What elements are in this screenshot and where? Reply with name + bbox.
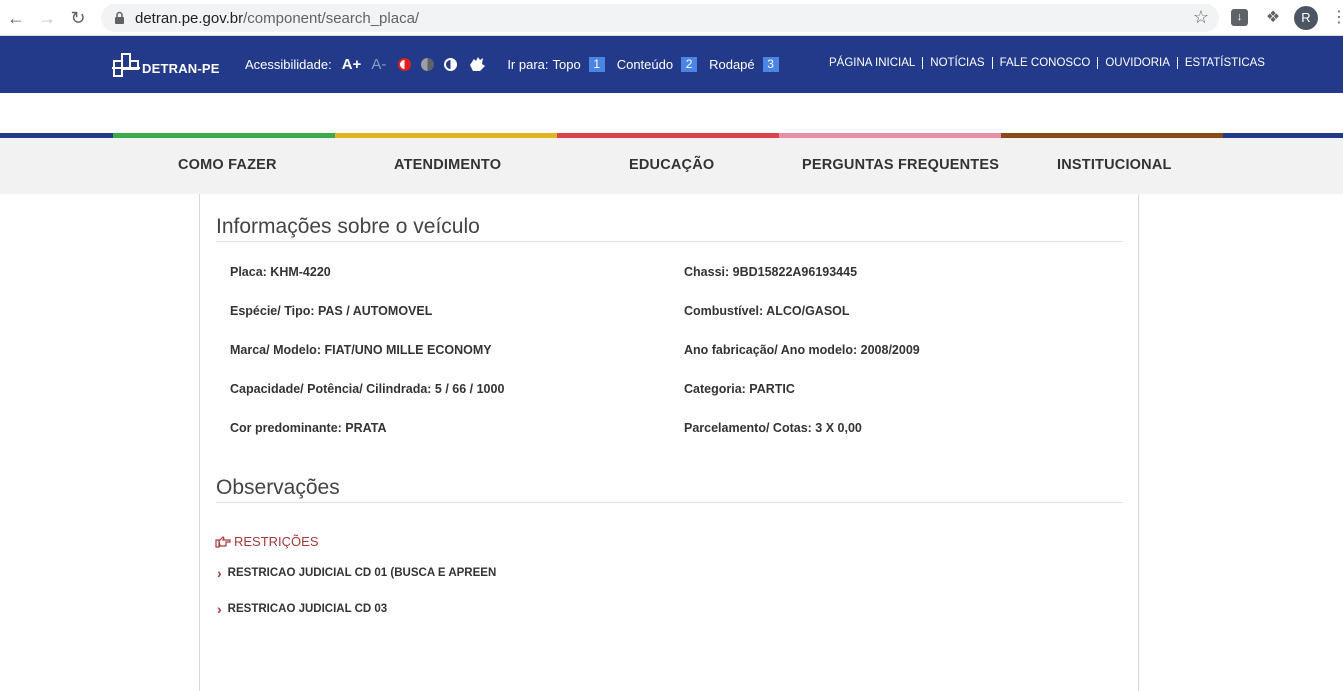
font-increase-button[interactable]: A+ <box>342 56 362 73</box>
top-link-statistics[interactable]: ESTATÍSTICAS <box>1176 57 1272 69</box>
address-bar[interactable]: detran.pe.gov.br/component/search_placa/… <box>101 4 1219 32</box>
nav-institucional[interactable]: INSTITUCIONAL <box>1057 157 1172 173</box>
nav-atendimento[interactable]: ATENDIMENTO <box>394 157 501 173</box>
url-text: detran.pe.gov.br/component/search_placa/ <box>135 10 420 27</box>
accessibility-label: Acessibilidade: <box>245 56 332 72</box>
pointing-hand-icon <box>215 535 231 548</box>
vehicle-info-title: Informações sobre o veículo <box>216 215 1123 242</box>
back-arrow-icon[interactable]: ← <box>4 6 28 30</box>
contrast-red-icon[interactable] <box>398 57 412 71</box>
browser-toolbar: ← → ↻ detran.pe.gov.br/component/search_… <box>0 0 1343 36</box>
goto-top-key[interactable]: 1 <box>588 56 605 72</box>
restrictions-heading[interactable]: RESTRIÇÕES <box>215 534 319 549</box>
top-links: PÁGINA INICIAL NOTÍCIAS FALE CONOSCO OUV… <box>829 57 1272 69</box>
restriction-text: RESTRICAO JUDICIAL CD 01 (BUSCA E APREEN <box>227 567 497 579</box>
observations-title: Observações <box>216 476 1123 503</box>
goto-top-link[interactable]: Topo <box>553 57 581 72</box>
field-parcelamento: Parcelamento/ Cotas: 3 X 0,00 <box>684 421 862 435</box>
field-especie-tipo: Espécie/ Tipo: PAS / AUTOMOVEL <box>230 304 433 318</box>
vehicle-info-panel: Informações sobre o veículo Placa: KHM-4… <box>199 194 1139 691</box>
field-cor: Cor predominante: PRATA <box>230 421 387 435</box>
restriction-text: RESTRICAO JUDICIAL CD 03 <box>227 603 388 615</box>
field-ano: Ano fabricação/ Ano modelo: 2008/2009 <box>684 343 920 357</box>
goto-footer-link[interactable]: Rodapé <box>709 57 755 72</box>
grayscale-icon[interactable] <box>421 57 435 71</box>
nav-como-fazer[interactable]: COMO FAZER <box>178 157 277 173</box>
lock-icon <box>115 11 124 24</box>
field-combustivel: Combustível: ALCO/GASOL <box>684 304 850 318</box>
top-link-home[interactable]: PÁGINA INICIAL <box>829 57 922 69</box>
download-extension-icon[interactable]: ↓ <box>1231 9 1248 26</box>
top-link-ombudsman[interactable]: OUVIDORIA <box>1097 57 1177 69</box>
nav-educacao[interactable]: EDUCAÇÃO <box>629 157 714 173</box>
field-chassi: Chassi: 9BD15822A96193445 <box>684 265 858 279</box>
bookmark-star-icon[interactable]: ☆ <box>1193 7 1209 28</box>
site-header: DETRAN-PE Acessibilidade: A+ A- Ir para:… <box>0 36 1343 93</box>
field-categoria: Categoria: PARTIC <box>684 382 795 396</box>
sign-language-icon[interactable] <box>467 55 487 73</box>
accessibility-bar: Acessibilidade: A+ A- Ir para: Topo 1 Con… <box>245 55 791 73</box>
restriction-item[interactable]: › RESTRICAO JUDICIAL CD 01 (BUSCA E APRE… <box>217 565 496 581</box>
browser-menu-icon[interactable]: ⋮ <box>1331 6 1343 30</box>
detran-logo[interactable]: DETRAN-PE <box>112 50 220 80</box>
restrictions-label: RESTRIÇÕES <box>234 534 319 549</box>
field-capacidade: Capacidade/ Potência/ Cilindrada: 5 / 66… <box>230 382 505 396</box>
top-link-news[interactable]: NOTÍCIAS <box>922 57 991 69</box>
logo-text: DETRAN-PE <box>142 60 220 76</box>
goto-label: Ir para: <box>507 56 549 72</box>
goto-footer-key[interactable]: 3 <box>762 56 779 72</box>
font-decrease-button[interactable]: A- <box>371 56 386 73</box>
field-placa: Placa: KHM-4220 <box>230 265 331 279</box>
reload-icon[interactable]: ↻ <box>66 6 90 30</box>
field-marca-modelo: Marca/ Modelo: FIAT/UNO MILLE ECONOMY <box>230 343 492 357</box>
puzzle-extensions-icon[interactable]: ❖ <box>1263 8 1283 28</box>
top-link-contact[interactable]: FALE CONOSCO <box>991 57 1098 69</box>
restriction-item[interactable]: › RESTRICAO JUDICIAL CD 03 <box>217 601 387 617</box>
goto-content-link[interactable]: Conteúdo <box>617 57 673 72</box>
high-contrast-icon[interactable] <box>444 57 458 71</box>
chevron-right-icon: › <box>217 601 222 617</box>
main-nav: COMO FAZER ATENDIMENTO EDUCAÇÃO PERGUNTA… <box>0 138 1343 194</box>
forward-arrow-icon[interactable]: → <box>35 6 59 30</box>
detran-logo-mark-icon <box>112 53 140 77</box>
chevron-right-icon: › <box>217 565 222 581</box>
nav-perguntas-frequentes[interactable]: PERGUNTAS FREQUENTES <box>802 157 999 173</box>
goto-content-key[interactable]: 2 <box>681 56 698 72</box>
profile-avatar[interactable]: R <box>1294 6 1318 30</box>
